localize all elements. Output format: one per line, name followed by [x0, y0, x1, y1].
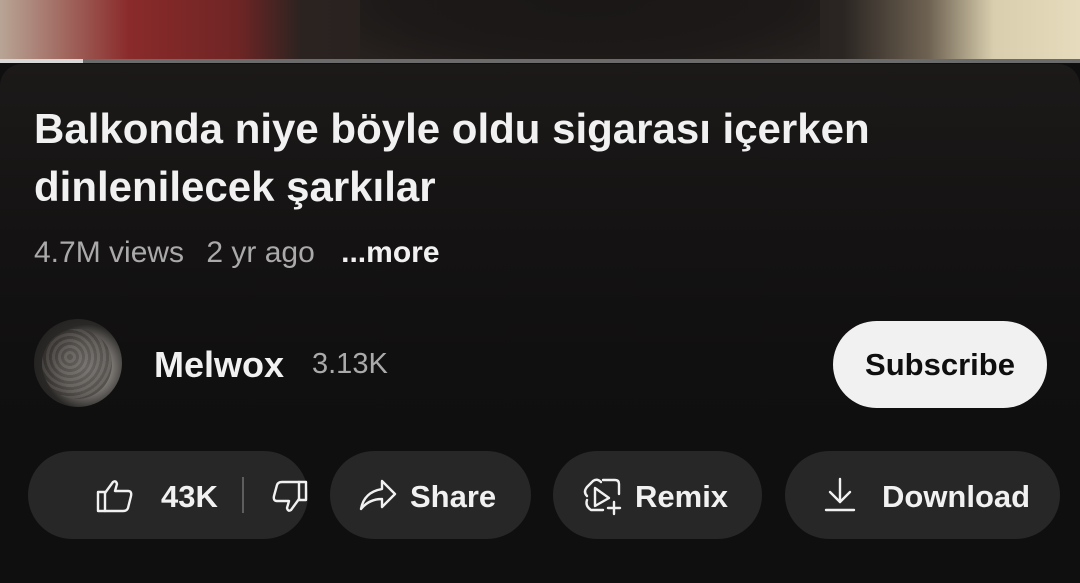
- channel-avatar[interactable]: [34, 319, 122, 407]
- share-arrow-icon: [358, 478, 398, 512]
- remix-icon: [581, 476, 623, 516]
- download-label: Download: [882, 479, 1031, 514]
- subscriber-count: 3.13K: [312, 348, 388, 380]
- view-count: 4.7M views: [34, 236, 185, 269]
- remix-button[interactable]: Remix: [553, 451, 762, 539]
- like-dislike-group: 43K: [28, 451, 308, 539]
- remix-label: Remix: [635, 479, 729, 514]
- share-button[interactable]: Share: [330, 451, 531, 539]
- video-player-thumbnail[interactable]: [0, 0, 1080, 62]
- download-button[interactable]: Download: [785, 451, 1060, 539]
- channel-name[interactable]: Melwox: [154, 344, 284, 386]
- video-progress-fill: [0, 59, 84, 63]
- download-icon: [823, 477, 857, 513]
- video-title[interactable]: Balkonda niye böyle oldu sigarası içerke…: [34, 100, 1034, 216]
- share-label: Share: [410, 479, 497, 514]
- thumbs-up-icon[interactable]: [96, 478, 134, 514]
- like-divider: [242, 477, 244, 513]
- video-progress-bar[interactable]: [0, 59, 1080, 63]
- upload-age: 2 yr ago: [206, 236, 315, 269]
- thumbs-down-icon[interactable]: [272, 480, 308, 514]
- more-link[interactable]: ...more: [341, 236, 439, 269]
- like-count[interactable]: 43K: [161, 479, 218, 515]
- subscribe-button[interactable]: Subscribe: [833, 321, 1047, 408]
- video-meta[interactable]: 4.7M views 2 yr ago ...more: [34, 236, 454, 270]
